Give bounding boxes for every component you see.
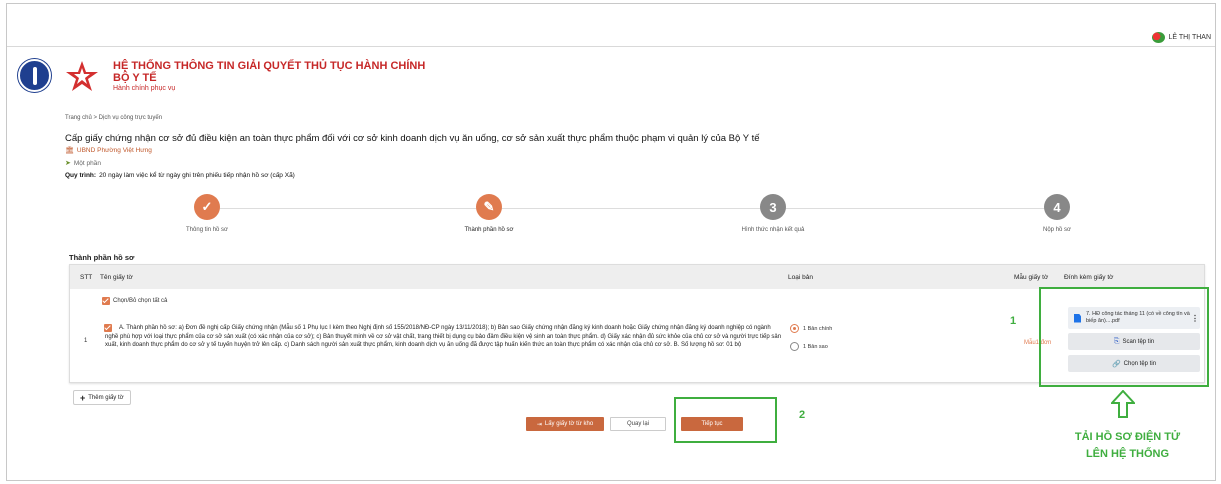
step-label: Thông tin hồ sơ <box>186 227 228 233</box>
annotation-box-upload <box>1039 287 1209 387</box>
documents-table: STT Tên giấy tờ Loại bản Mẫu giấy tờ Đín… <box>69 264 1205 383</box>
checkbox-checked-icon <box>102 297 110 305</box>
brand-title-line1: HỆ THỐNG THÔNG TIN GIẢI QUYẾT THỦ TỤC HÀ… <box>113 60 426 72</box>
user-name: LÊ THỊ THAN <box>1168 34 1211 41</box>
col-template: Mẫu giấy tờ <box>1014 274 1049 281</box>
star-logo-icon <box>66 61 98 91</box>
annotation-box-continue <box>674 397 777 443</box>
select-all-checkbox[interactable]: Chọn/Bỏ chọn tất cả <box>102 297 167 305</box>
row-document-text: A. Thành phần hồ sơ: a) Đơn đề nghị cấp … <box>105 325 782 349</box>
step-label: Hình thức nhận kết quả <box>741 227 805 233</box>
ministry-emblem-logo <box>18 59 51 92</box>
step-label: Thành phần hồ sơ <box>464 227 514 233</box>
add-document-button[interactable]: + Thêm giấy tờ <box>73 390 131 405</box>
radio-ban-chinh[interactable]: 1 Bản chính <box>790 324 832 333</box>
col-attach: Đính kèm giấy tờ <box>1064 274 1114 281</box>
radio-ban-sao[interactable]: 1 Bản sao <box>790 342 828 351</box>
step-nop-ho-so[interactable]: 4 Nộp hồ sơ <box>997 194 1117 233</box>
get-from-repo-button[interactable]: ⇥ Lấy giấy tờ từ kho <box>526 417 604 431</box>
radio-label: 1 Bản sao <box>803 343 828 350</box>
step-thanh-phan-ho-so[interactable]: ✎ Thành phần hồ sơ <box>429 194 549 233</box>
annotation-number-1: 1 <box>1010 315 1017 327</box>
process-label: Quy trình: <box>65 172 97 179</box>
section-title: Thành phần hồ sơ <box>69 253 135 262</box>
radio-label: 1 Bản chính <box>803 325 833 332</box>
level-arrow-icon: ➤ <box>65 160 71 167</box>
col-stt: STT <box>80 274 93 281</box>
procedure-org-label: UBND Phường Việt Hưng <box>76 146 152 154</box>
step-hinh-thuc-nhan-ket-qua[interactable]: 3 Hình thức nhận kết quả <box>713 194 833 233</box>
brand-subtitle: Hành chính phục vụ <box>113 85 176 92</box>
radio-selected-icon <box>790 324 799 333</box>
step-number: 4 <box>1044 194 1070 220</box>
breadcrumb-home[interactable]: Trang chủ <box>65 115 92 121</box>
procedure-level: ➤ Một phần <box>65 159 101 168</box>
brand-title-line2: BỘ Y TẾ <box>113 72 157 84</box>
breadcrumb-separator: > <box>93 115 97 121</box>
procedure-title: Cấp giấy chứng nhận cơ sở đủ điều kiện a… <box>65 133 760 144</box>
step-check-icon: ✓ <box>194 194 220 220</box>
app-window: LÊ THỊ THAN HỆ THỐNG THÔNG TIN GIẢI QUYẾ… <box>6 3 1216 481</box>
annotation-line2: LÊN HỆ THỐNG <box>1085 448 1170 460</box>
procedure-org: 🏛 UBND Phường Việt Hưng <box>65 146 152 155</box>
row-stt: 1 <box>84 338 88 344</box>
col-name: Tên giấy tờ <box>100 274 133 281</box>
process-value: 20 ngày làm việc kể từ ngày ghi trên phi… <box>99 172 295 179</box>
annotation-number-2: 2 <box>799 409 806 421</box>
back-button[interactable]: Quay lại <box>610 417 666 431</box>
brand-title: HỆ THỐNG THÔNG TIN GIẢI QUYẾT THỦ TỤC HÀ… <box>113 60 425 84</box>
plus-icon: + <box>80 392 86 403</box>
annotation-line1: TẢI HỒ SƠ ĐIỆN TỬ <box>1074 431 1181 443</box>
user-avatar <box>1152 32 1166 43</box>
step-edit-icon: ✎ <box>476 194 502 220</box>
select-all-label: Chọn/Bỏ chọn tất cả <box>113 298 168 304</box>
breadcrumb-current[interactable]: Dịch vụ công trực tuyến <box>99 115 162 121</box>
step-label: Nộp hồ sơ <box>1043 227 1071 233</box>
col-type: Loại bản <box>788 274 813 281</box>
procedure-level-label: Một phần <box>73 159 101 167</box>
step-number: 3 <box>760 194 786 220</box>
table-header: STT Tên giấy tờ Loại bản Mẫu giấy tờ Đín… <box>70 265 1204 289</box>
radio-unselected-icon <box>790 342 799 351</box>
procedure-process: Quy trình: 20 ngày làm việc kể từ ngày g… <box>65 172 295 179</box>
up-arrow-icon <box>1111 390 1135 418</box>
get-from-repo-label: Lấy giấy tờ từ kho <box>544 421 594 427</box>
building-icon: 🏛 <box>65 147 74 154</box>
annotation-upload-text: TẢI HỒ SƠ ĐIỆN TỬ LÊN HỆ THỐNG <box>1065 429 1190 463</box>
breadcrumb: Trang chủ > Dịch vụ công trực tuyến <box>65 115 162 121</box>
step-thong-tin-ho-so[interactable]: ✓ Thông tin hồ sơ <box>147 194 267 233</box>
stepper-track <box>212 208 1062 209</box>
import-icon: ⇥ <box>536 421 542 428</box>
user-menu[interactable]: LÊ THỊ THAN <box>1152 32 1211 43</box>
add-document-label: Thêm giấy tờ <box>88 394 124 401</box>
back-label: Quay lại <box>626 421 649 427</box>
header-divider <box>7 46 1215 47</box>
